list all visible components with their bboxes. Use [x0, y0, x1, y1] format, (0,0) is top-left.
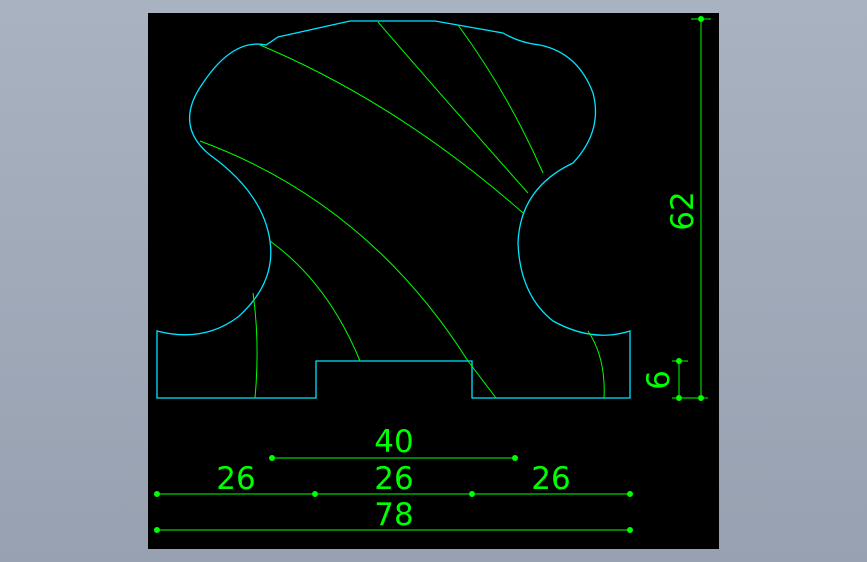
dim-40-start-dot: [269, 455, 275, 461]
dim-26-left-label: 26: [216, 461, 255, 497]
dim-6-bottom-dot: [676, 395, 682, 401]
spiral-line-6: [377, 21, 529, 194]
spiral-line-5: [259, 44, 524, 214]
dim-62-label: 62: [665, 191, 701, 230]
dim-6-top-dot: [676, 358, 682, 364]
cad-drawing-viewport[interactable]: 40 26 26 26 78 62 6: [148, 13, 719, 549]
spiral-line-1: [252, 292, 258, 399]
dimension-labels: 40 26 26 26 78 62 6: [216, 191, 701, 533]
spiral-line-3: [199, 140, 469, 362]
dim-26-dot-c: [469, 491, 475, 497]
dim-26-dot-a: [154, 491, 160, 497]
rail-profile-outline: [156, 20, 631, 399]
dim-26-dot-d: [627, 491, 633, 497]
dim-78-end-dot: [627, 527, 633, 533]
dim-78-start-dot: [154, 527, 160, 533]
dim-40-end-dot: [512, 455, 518, 461]
dim-40-label: 40: [374, 424, 413, 460]
spiral-line-2: [269, 240, 361, 362]
dimension-lines: [154, 16, 711, 533]
dim-62-top-dot: [698, 16, 704, 22]
spiral-line-7: [457, 24, 544, 174]
dim-6-label: 6: [641, 370, 677, 390]
dim-26-dot-b: [312, 491, 318, 497]
dim-78-label: 78: [374, 497, 413, 533]
dim-26-right-label: 26: [531, 461, 570, 497]
spiral-line-8: [587, 330, 605, 399]
drawing-canvas[interactable]: 40 26 26 26 78 62 6: [148, 13, 719, 549]
dim-26-mid-label: 26: [374, 461, 413, 497]
